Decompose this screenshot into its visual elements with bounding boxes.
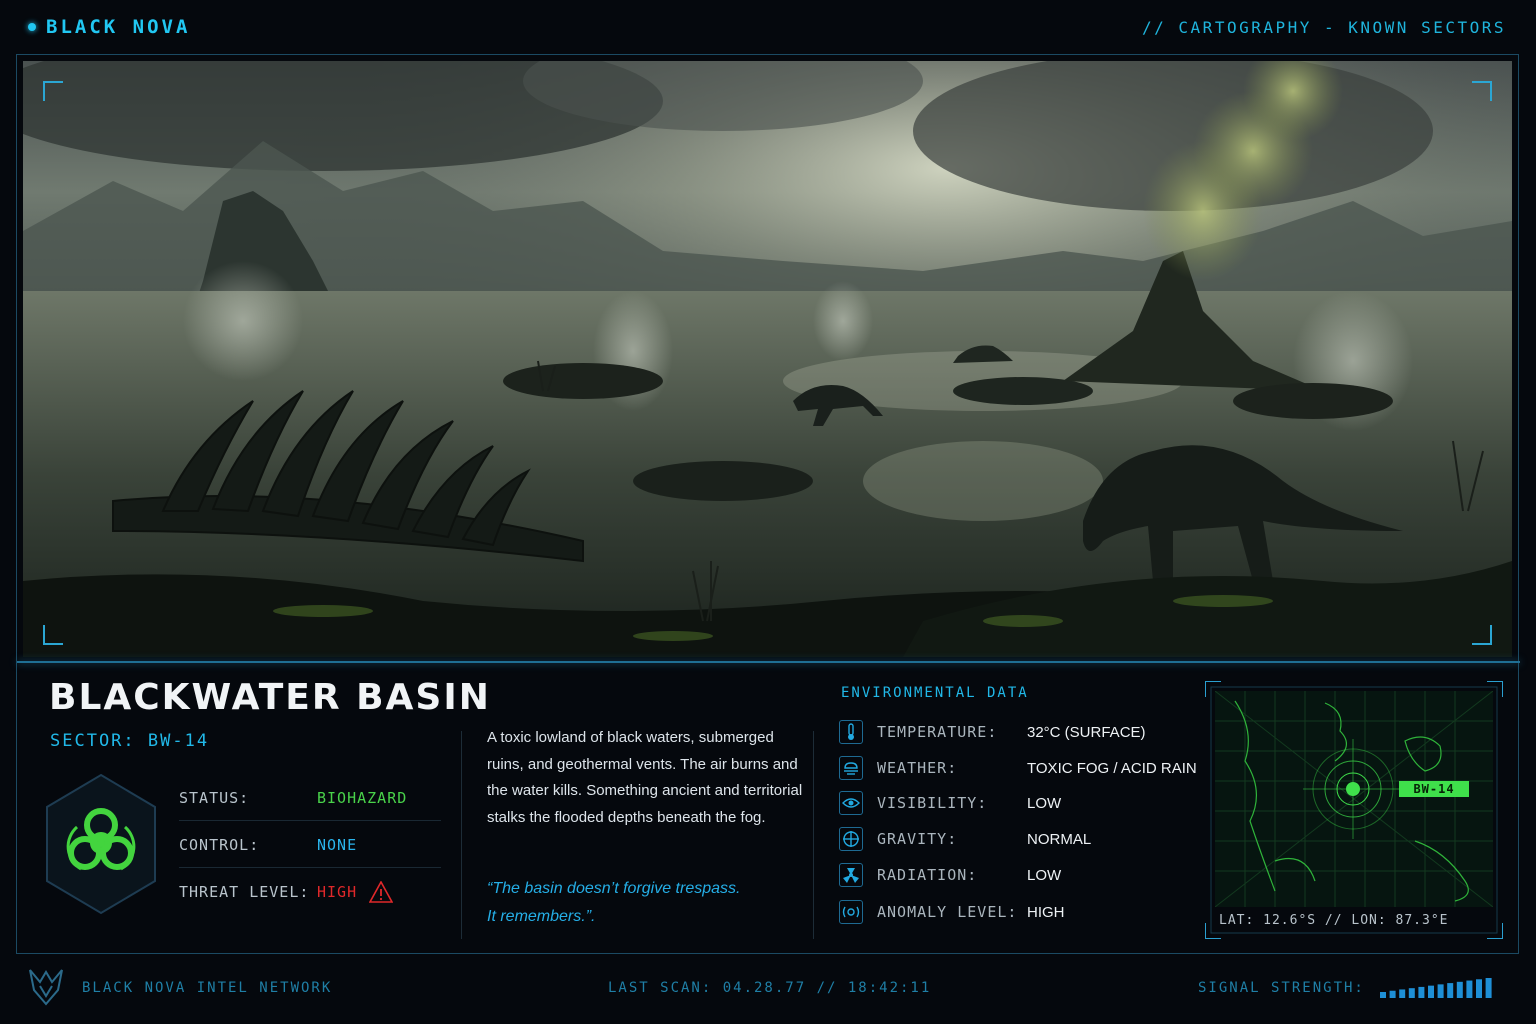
column-divider-2 [813,731,814,939]
radiation-icon [839,863,863,887]
network-name: BLACK NOVA INTEL NETWORK [82,980,333,996]
location-description: A toxic lowland of black waters, submerg… [487,729,803,826]
weather-icon [839,756,863,780]
sector-code: SECTOR: BW-14 [50,731,210,751]
frame-corner-bottom-left [43,625,63,645]
threat-label: THREAT LEVEL: [179,883,310,901]
warning-icon [369,881,394,903]
radiation-label: RADIATION: [877,866,978,884]
threat-value: HIGH [317,883,358,901]
anomaly-label: ANOMALY LEVEL: [877,903,1018,921]
visibility-label: VISIBILITY: [877,794,988,812]
map-marker-label[interactable]: BW-14 [1399,781,1469,797]
signal-bar [1428,985,1434,998]
anomaly-value: HIGH [1027,903,1065,921]
signal-bar [1399,989,1406,998]
signal-bar [1485,978,1492,998]
control-row: CONTROL: NONE [179,822,441,868]
location-quote: “The basin doesn’t forgive trespass. It … [487,875,807,931]
sector-landscape-image [23,61,1512,657]
map-grid [1215,691,1493,907]
gravity-icon [839,827,863,851]
last-scan: LAST SCAN: 04.28.77 // 18:42:11 [608,980,932,996]
black-nova-logo-icon[interactable] [28,966,64,1006]
gravity-label: GRAVITY: [877,830,958,848]
status-dot-icon [28,23,36,31]
environment-title: ENVIRONMENTAL DATA [841,685,1029,701]
map-viewport[interactable]: BW-14 [1215,691,1493,907]
frame-corner-top-right [1472,81,1492,101]
sector-map[interactable]: BW-14 LAT: 12.6°S // LON: 87.3°E [1205,681,1503,939]
swamp-illustration [23,61,1512,657]
signal-bar [1456,981,1463,998]
footer: BLACK NOVA INTEL NETWORK LAST SCAN: 04.2… [0,958,1536,1024]
signal-bar [1437,984,1444,998]
signal-strength-meter [1380,978,1492,998]
signal-bar [1389,990,1396,998]
visibility-value: LOW [1027,794,1062,812]
control-label: CONTROL: [179,835,260,854]
status-row: STATUS: BIOHAZARD [179,775,441,821]
signal-bar [1476,979,1482,998]
hero-divider [17,661,1520,663]
env-row-weather: WEATHER: TOXIC FOG / ACID RAIN [839,753,1197,783]
location-title: BLACKWATER BASIN [49,677,491,718]
brand[interactable]: BLACK NOVA [28,16,190,38]
env-row-visibility: VISIBILITY: LOW [839,788,1061,818]
env-row-gravity: GRAVITY: NORMAL [839,824,1091,854]
radiation-value: LOW [1027,866,1062,884]
brand-name: BLACK NOVA [46,16,191,38]
quote-line-2: It remembers.”. [487,908,596,925]
env-row-radiation: RADIATION: LOW [839,860,1061,890]
eye-icon [839,791,863,815]
signal-bar [1408,988,1415,998]
breadcrumb[interactable]: // CARTOGRAPHY - KNOWN SECTORS [1142,18,1506,37]
env-row-anomaly: ANOMALY LEVEL: HIGH [839,897,1065,927]
threat-row: THREAT LEVEL: HIGH [179,869,441,915]
map-coordinates: LAT: 12.6°S // LON: 87.3°E [1219,913,1449,928]
env-row-temperature: TEMPERATURE: 32°C (SURFACE) [839,717,1146,747]
weather-value: TOXIC FOG / ACID RAIN [1027,759,1197,777]
temperature-label: TEMPERATURE: [877,723,998,741]
temperature-value: 32°C (SURFACE) [1027,723,1146,741]
biohazard-badge [45,773,157,915]
biohazard-icon [46,773,156,915]
signal-label: SIGNAL STRENGTH: [1198,980,1365,996]
control-value: NONE [317,835,358,854]
column-divider-1 [461,731,462,939]
weather-label: WEATHER: [877,759,958,777]
signal-bar [1447,983,1454,998]
status-value: BIOHAZARD [317,788,408,807]
anomaly-icon [839,900,863,924]
signal-bar [1380,992,1386,998]
thermometer-icon [839,720,863,744]
quote-line-1: “The basin doesn’t forgive trespass. [487,880,741,897]
status-label: STATUS: [179,788,250,807]
top-bar: BLACK NOVA // CARTOGRAPHY - KNOWN SECTOR… [0,0,1536,56]
gravity-value: NORMAL [1027,830,1092,848]
sector-marker-icon [1346,782,1360,796]
sector-card: BLACKWATER BASIN SECTOR: BW-14 STATUS: B… [16,54,1520,954]
signal-bar [1466,980,1473,998]
frame-corner-top-left [43,81,63,101]
frame-corner-bottom-right [1472,625,1492,645]
signal-bar [1418,986,1425,998]
